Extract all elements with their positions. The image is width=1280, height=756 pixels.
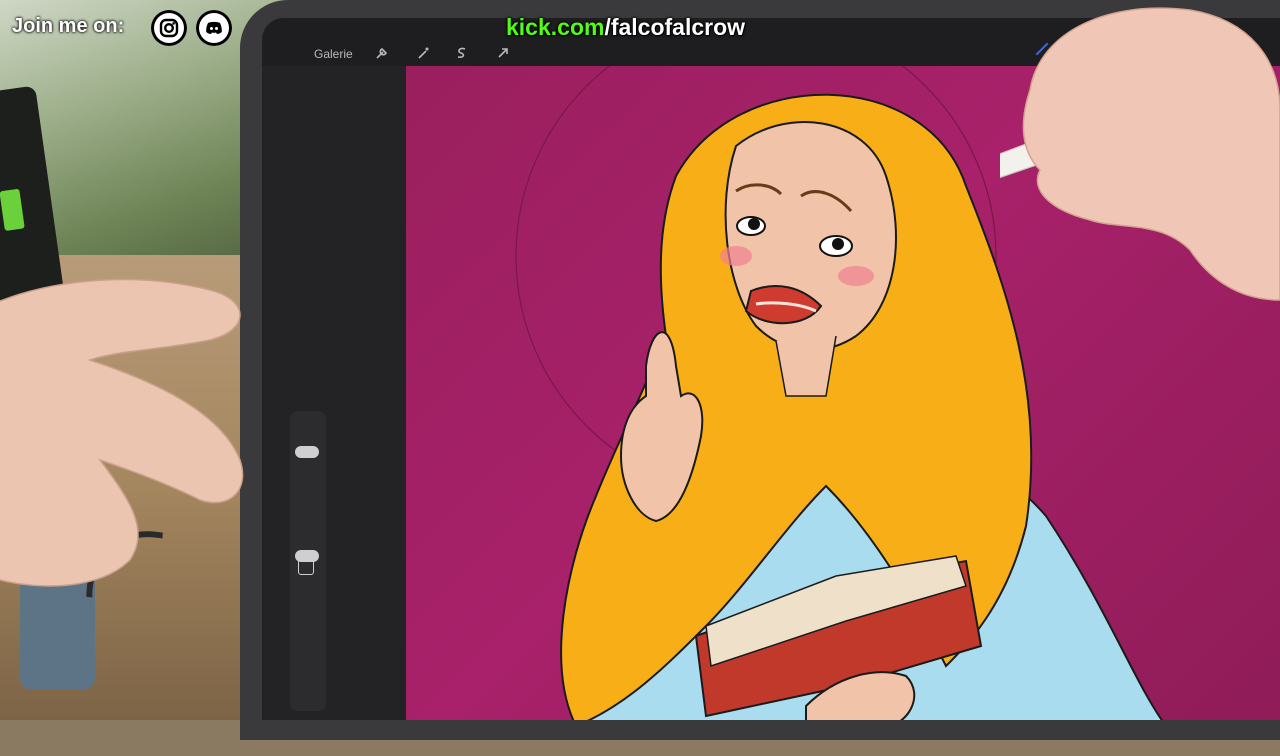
pupil-left (748, 218, 760, 230)
kick-path: /falcofalcrow (604, 14, 746, 40)
instagram-icon[interactable] (151, 10, 187, 46)
stream-overlay: Join me on: kick.com/falcofalcrow (0, 0, 1280, 54)
discord-icon[interactable] (196, 10, 232, 46)
left-hand (0, 278, 244, 587)
neck (775, 335, 837, 397)
opacity-handle[interactable] (295, 550, 319, 562)
kick-channel-link[interactable]: kick.com/falcofalcrow (506, 14, 745, 41)
device-led (0, 188, 25, 232)
pupil-right (832, 238, 844, 250)
blush-right (838, 266, 874, 286)
blush-left (720, 246, 752, 266)
side-panel: ↶ (262, 66, 406, 720)
join-label: Join me on: (12, 15, 125, 37)
kick-domain: kick.com (506, 14, 605, 40)
brush-size-handle[interactable] (295, 446, 319, 458)
